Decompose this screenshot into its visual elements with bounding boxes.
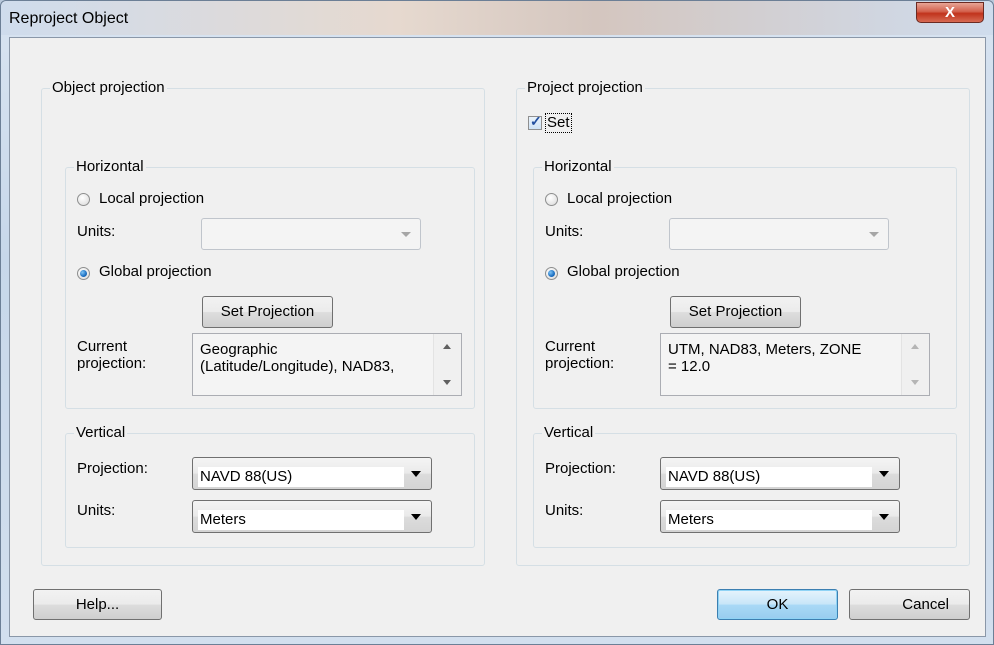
object-vertical-projection-value: NAVD 88(US) <box>198 467 404 487</box>
project-current-projection-label-1: Current <box>545 338 596 355</box>
object-horizontal-label: Horizontal <box>74 158 146 176</box>
object-vertical-projection-label: Projection: <box>77 460 148 477</box>
project-horizontal-label: Horizontal <box>542 158 614 176</box>
chevron-down-icon <box>401 232 411 237</box>
project-current-projection-text-1: UTM, NAD83, Meters, ZONE <box>668 341 862 358</box>
project-set-checkbox[interactable]: ✓ <box>528 113 542 130</box>
chevron-down-icon <box>411 471 421 477</box>
object-projection-label: Object projection <box>50 79 167 97</box>
object-set-projection-button[interactable]: Set Projection <box>202 296 333 328</box>
object-current-projection-box[interactable]: Geographic (Latitude/Longitude), NAD83, <box>192 333 462 396</box>
scroll-up-icon[interactable] <box>443 344 451 349</box>
cancel-button[interactable]: Cancel <box>849 589 970 620</box>
ok-button[interactable]: OK <box>717 589 838 620</box>
project-global-projection-radio[interactable] <box>545 267 558 280</box>
object-current-projection-text-2: (Latitude/Longitude), NAD83, <box>200 358 395 375</box>
object-vertical-label: Vertical <box>74 424 128 442</box>
object-local-projection-radio[interactable] <box>77 193 90 206</box>
window-title: Reproject Object <box>9 10 129 27</box>
project-vertical-units-label: Units: <box>545 502 584 519</box>
object-horizontal-units-select <box>201 218 421 250</box>
object-global-projection-radio[interactable] <box>77 267 90 280</box>
scroll-down-icon[interactable] <box>911 380 919 385</box>
close-icon: X <box>944 4 955 21</box>
object-global-projection-label[interactable]: Global projection <box>99 263 212 280</box>
project-local-projection-radio[interactable] <box>545 193 558 206</box>
object-vertical-units-value: Meters <box>198 510 404 530</box>
project-projection-label: Project projection <box>525 79 645 97</box>
project-set-projection-button[interactable]: Set Projection <box>670 296 801 328</box>
project-vertical-projection-select[interactable]: NAVD 88(US) <box>660 457 900 490</box>
project-horizontal-units-select <box>669 218 889 250</box>
project-global-projection-label[interactable]: Global projection <box>567 263 680 280</box>
object-vertical-group: Vertical Projection: NAVD 88(US) Units: … <box>65 424 475 548</box>
project-current-projection-box[interactable]: UTM, NAD83, Meters, ZONE = 12.0 <box>660 333 930 396</box>
scroll-down-icon[interactable] <box>443 380 451 385</box>
focus-rectangle <box>545 113 572 133</box>
project-vertical-group: Vertical Projection: NAVD 88(US) Units: … <box>533 424 957 548</box>
title-bar[interactable]: Reproject Object X <box>1 1 993 35</box>
project-vertical-projection-value: NAVD 88(US) <box>666 467 872 487</box>
chevron-down-icon <box>411 514 421 520</box>
object-horizontal-group: Horizontal Local projection Units: Globa… <box>65 158 475 409</box>
project-vertical-units-select[interactable]: Meters <box>660 500 900 533</box>
check-icon: ✓ <box>530 113 542 129</box>
object-local-projection-label[interactable]: Local projection <box>99 190 204 207</box>
project-current-projection-text-2: = 12.0 <box>668 358 711 375</box>
object-projection-group: Object projection Horizontal Local proje… <box>41 79 485 566</box>
help-button[interactable]: Help... <box>33 589 162 620</box>
chevron-down-icon <box>879 471 889 477</box>
object-current-projection-scrollbar[interactable] <box>433 334 461 395</box>
project-vertical-projection-label: Projection: <box>545 460 616 477</box>
object-current-projection-label-2: projection: <box>77 355 147 372</box>
object-vertical-units-select[interactable]: Meters <box>192 500 432 533</box>
project-horizontal-group: Horizontal Local projection Units: Globa… <box>533 158 957 409</box>
object-units-label: Units: <box>77 223 116 240</box>
project-projection-group: Project projection ✓ Set Horizontal Loca… <box>516 79 970 566</box>
dialog-client: Object projection Horizontal Local proje… <box>9 37 986 637</box>
project-units-label: Units: <box>545 223 584 240</box>
project-vertical-units-value: Meters <box>666 510 872 530</box>
chevron-down-icon <box>879 514 889 520</box>
object-current-projection-label-1: Current <box>77 338 128 355</box>
dialog-window: Reproject Object X Object projection Hor… <box>0 0 994 645</box>
object-vertical-projection-select[interactable]: NAVD 88(US) <box>192 457 432 490</box>
project-current-projection-label-2: projection: <box>545 355 615 372</box>
project-current-projection-scrollbar[interactable] <box>901 334 929 395</box>
object-current-projection-text-1: Geographic <box>200 341 278 358</box>
chevron-down-icon <box>869 232 879 237</box>
object-vertical-units-label: Units: <box>77 502 116 519</box>
scroll-up-icon[interactable] <box>911 344 919 349</box>
project-local-projection-label[interactable]: Local projection <box>567 190 672 207</box>
project-vertical-label: Vertical <box>542 424 596 442</box>
close-button[interactable]: X <box>916 2 984 23</box>
